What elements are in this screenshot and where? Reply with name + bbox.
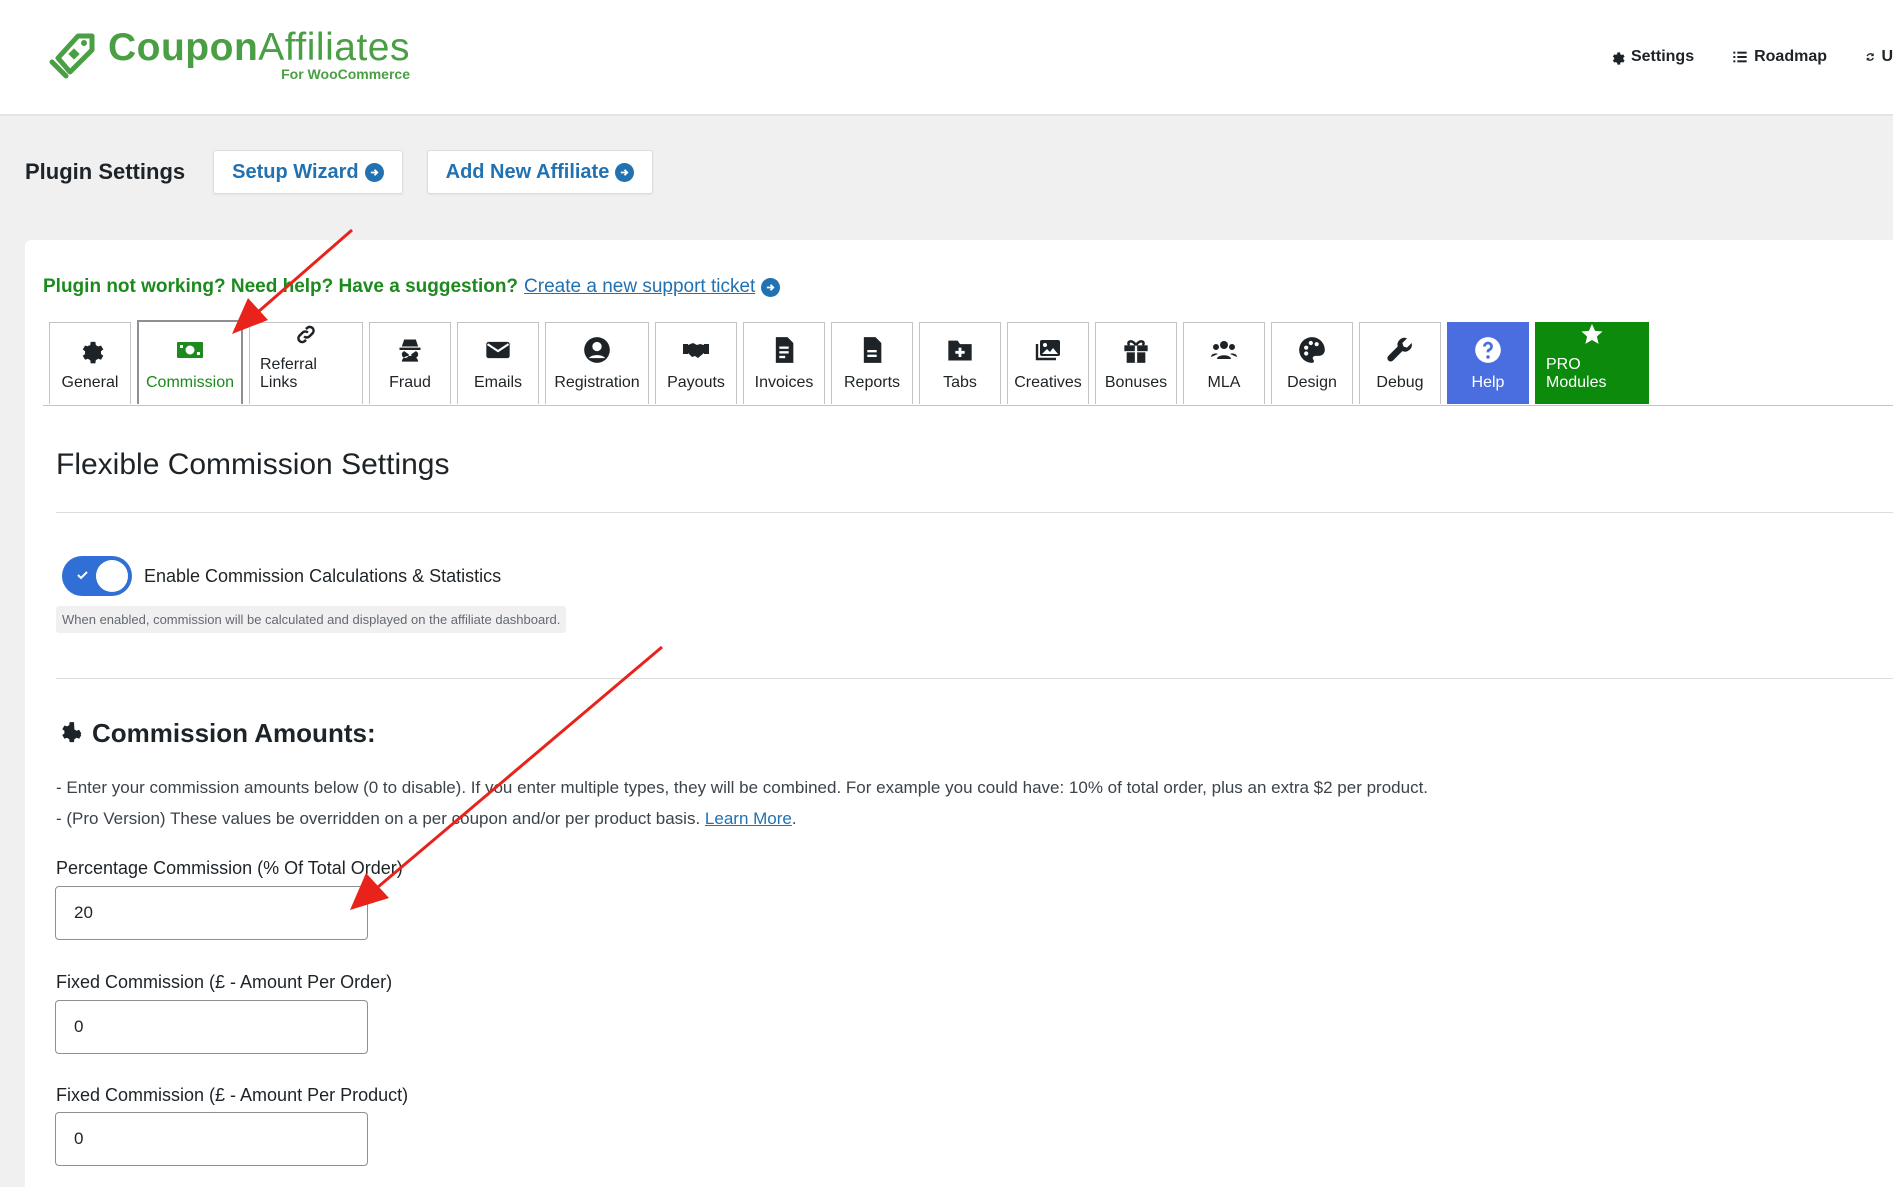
settings-tabs: General Commission Referral Links Fraud … <box>49 320 1649 404</box>
question-icon <box>1475 337 1501 363</box>
tab-referral-links[interactable]: Referral Links <box>249 322 363 404</box>
tab-commission[interactable]: Commission <box>137 320 243 404</box>
top-nav: Settings Roadmap U <box>1609 48 1893 66</box>
tab-payouts[interactable]: Payouts <box>655 322 737 404</box>
tab-emails[interactable]: Emails <box>457 322 539 404</box>
nav-updates[interactable]: U <box>1865 48 1893 66</box>
page-title: Plugin Settings <box>25 159 186 184</box>
tab-tabs[interactable]: Tabs <box>919 322 1001 404</box>
money-icon <box>177 342 203 358</box>
tab-invoices[interactable]: Invoices <box>743 322 825 404</box>
tab-mla[interactable]: MLA <box>1183 322 1265 404</box>
commission-amounts-title: Commission Amounts: <box>56 718 376 749</box>
link-icon <box>297 325 315 344</box>
enable-commission-label: Enable Commission Calculations & Statist… <box>144 565 502 586</box>
percentage-commission-input[interactable] <box>55 886 368 940</box>
nav-settings[interactable]: Settings <box>1609 48 1694 66</box>
logo[interactable]: CouponAffiliates For WooCommerce <box>48 28 410 82</box>
arrow-right-icon <box>761 277 781 297</box>
enable-commission-row: Enable Commission Calculations & Statist… <box>62 556 501 596</box>
user-circle-icon <box>584 337 610 363</box>
tab-fraud[interactable]: Fraud <box>369 322 451 404</box>
tab-design[interactable]: Design <box>1271 322 1353 404</box>
settings-panel: Plugin not working? Need help? Have a su… <box>25 240 1893 1187</box>
setup-wizard-button[interactable]: Setup Wizard <box>213 150 403 194</box>
handshake-icon <box>683 343 709 358</box>
spy-icon <box>399 339 421 362</box>
tab-reports[interactable]: Reports <box>831 322 913 404</box>
logo-title: CouponAffiliates <box>108 26 410 69</box>
top-header: CouponAffiliates For WooCommerce Setting… <box>0 0 1893 116</box>
tab-bonuses[interactable]: Bonuses <box>1095 322 1177 404</box>
section-title: Flexible Commission Settings <box>56 448 450 481</box>
settings-bar: Plugin Settings Setup Wizard Add New Aff… <box>25 150 677 194</box>
tab-general[interactable]: General <box>49 322 131 404</box>
gear-icon <box>1612 52 1625 65</box>
enable-commission-hint: When enabled, commission will be calcula… <box>56 606 567 633</box>
support-ticket-link[interactable]: Create a new support ticket <box>524 276 755 298</box>
nav-roadmap[interactable]: Roadmap <box>1732 48 1827 66</box>
tab-help[interactable]: Help <box>1447 322 1529 404</box>
enable-commission-toggle[interactable] <box>62 556 132 596</box>
list-icon <box>1733 51 1747 63</box>
tab-creatives[interactable]: Creatives <box>1007 322 1089 404</box>
envelope-icon <box>486 341 510 359</box>
star-icon <box>1581 323 1603 344</box>
wrench-icon <box>1387 337 1412 362</box>
learn-more-link[interactable]: Learn More <box>705 809 792 828</box>
tab-debug[interactable]: Debug <box>1359 322 1441 404</box>
refresh-icon <box>1866 53 1874 61</box>
support-notice: Plugin not working? Need help? Have a su… <box>43 276 781 298</box>
tag-icon <box>49 33 95 79</box>
gear-icon <box>82 341 104 364</box>
tab-registration[interactable]: Registration <box>545 322 649 404</box>
commission-description: - Enter your commission amounts below (0… <box>56 778 1429 828</box>
fixed-product-commission-input[interactable] <box>55 1112 368 1166</box>
tab-pro-modules[interactable]: PRO Modules <box>1535 322 1649 404</box>
images-icon <box>1035 340 1060 361</box>
arrow-right-icon <box>615 162 635 182</box>
gear-icon <box>62 721 82 742</box>
logo-subtitle: For WooCommerce <box>281 66 410 82</box>
gift-icon <box>1124 340 1148 363</box>
folder-plus-icon <box>948 340 972 361</box>
tab-divider <box>43 405 1893 406</box>
divider <box>56 512 1893 513</box>
add-new-affiliate-button[interactable]: Add New Affiliate <box>426 150 654 194</box>
percentage-commission-label: Percentage Commission (% Of Total Order) <box>56 858 403 878</box>
invoice-icon <box>775 337 794 363</box>
file-icon <box>863 337 882 363</box>
check-icon <box>77 571 88 580</box>
fixed-product-commission-label: Fixed Commission (£ - Amount Per Product… <box>56 1085 409 1105</box>
fixed-order-commission-input[interactable] <box>55 1000 368 1054</box>
toggle-knob <box>96 560 128 592</box>
users-icon <box>1211 341 1237 359</box>
fixed-order-commission-label: Fixed Commission (£ - Amount Per Order) <box>56 972 393 992</box>
divider <box>56 678 1893 679</box>
arrow-right-icon <box>364 162 384 182</box>
palette-icon <box>1299 337 1325 363</box>
